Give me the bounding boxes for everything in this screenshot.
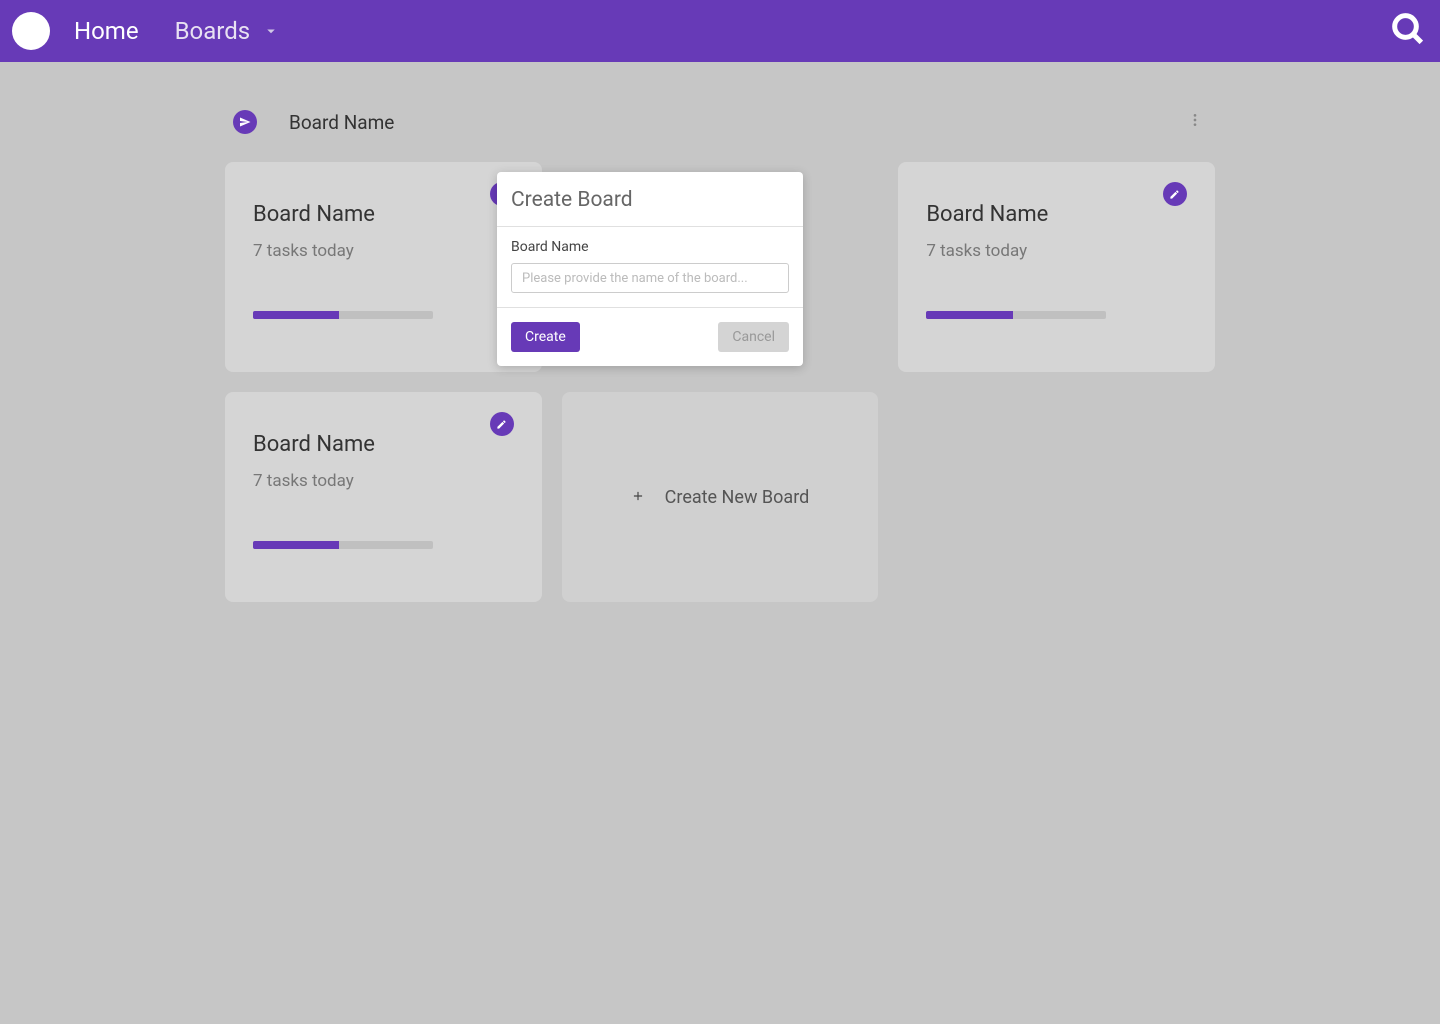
board-card-title: Board Name (253, 202, 514, 227)
edit-button[interactable] (490, 412, 514, 436)
nav-boards[interactable]: Boards (175, 17, 281, 45)
edit-button[interactable] (1163, 182, 1187, 206)
page-title: Board Name (289, 111, 394, 134)
board-card[interactable]: Board Name 7 tasks today (225, 162, 542, 372)
paper-plane-icon (233, 110, 257, 134)
logo (12, 12, 50, 50)
board-card[interactable]: Board Name 7 tasks today (225, 392, 542, 602)
board-card[interactable]: Board Name 7 tasks today (898, 162, 1215, 372)
board-card-subtitle: 7 tasks today (253, 241, 514, 261)
board-name-input[interactable] (511, 263, 789, 293)
board-card-subtitle: 7 tasks today (926, 241, 1187, 261)
progress-bar (253, 541, 433, 549)
board-card-subtitle: 7 tasks today (253, 471, 514, 491)
progress-bar (253, 311, 433, 319)
board-name-label: Board Name (511, 239, 789, 255)
create-button[interactable]: Create (511, 322, 580, 352)
chevron-down-icon (262, 22, 280, 40)
nav-home[interactable]: Home (74, 17, 139, 45)
page-header: Board Name (225, 102, 1215, 142)
plus-icon (631, 487, 645, 508)
cancel-button[interactable]: Cancel (718, 322, 789, 352)
kebab-menu-icon[interactable] (1183, 108, 1207, 136)
board-card-title: Board Name (253, 432, 514, 457)
board-card-title: Board Name (926, 202, 1187, 227)
nav-boards-label: Boards (175, 17, 251, 45)
search-icon[interactable] (1388, 9, 1428, 53)
modal-title: Create Board (497, 172, 803, 227)
topbar: Home Boards (0, 0, 1440, 62)
create-board-card[interactable]: Create New Board (562, 392, 879, 602)
progress-bar (926, 311, 1106, 319)
create-board-label: Create New Board (665, 487, 810, 508)
create-board-modal: Create Board Board Name Create Cancel (497, 172, 803, 366)
